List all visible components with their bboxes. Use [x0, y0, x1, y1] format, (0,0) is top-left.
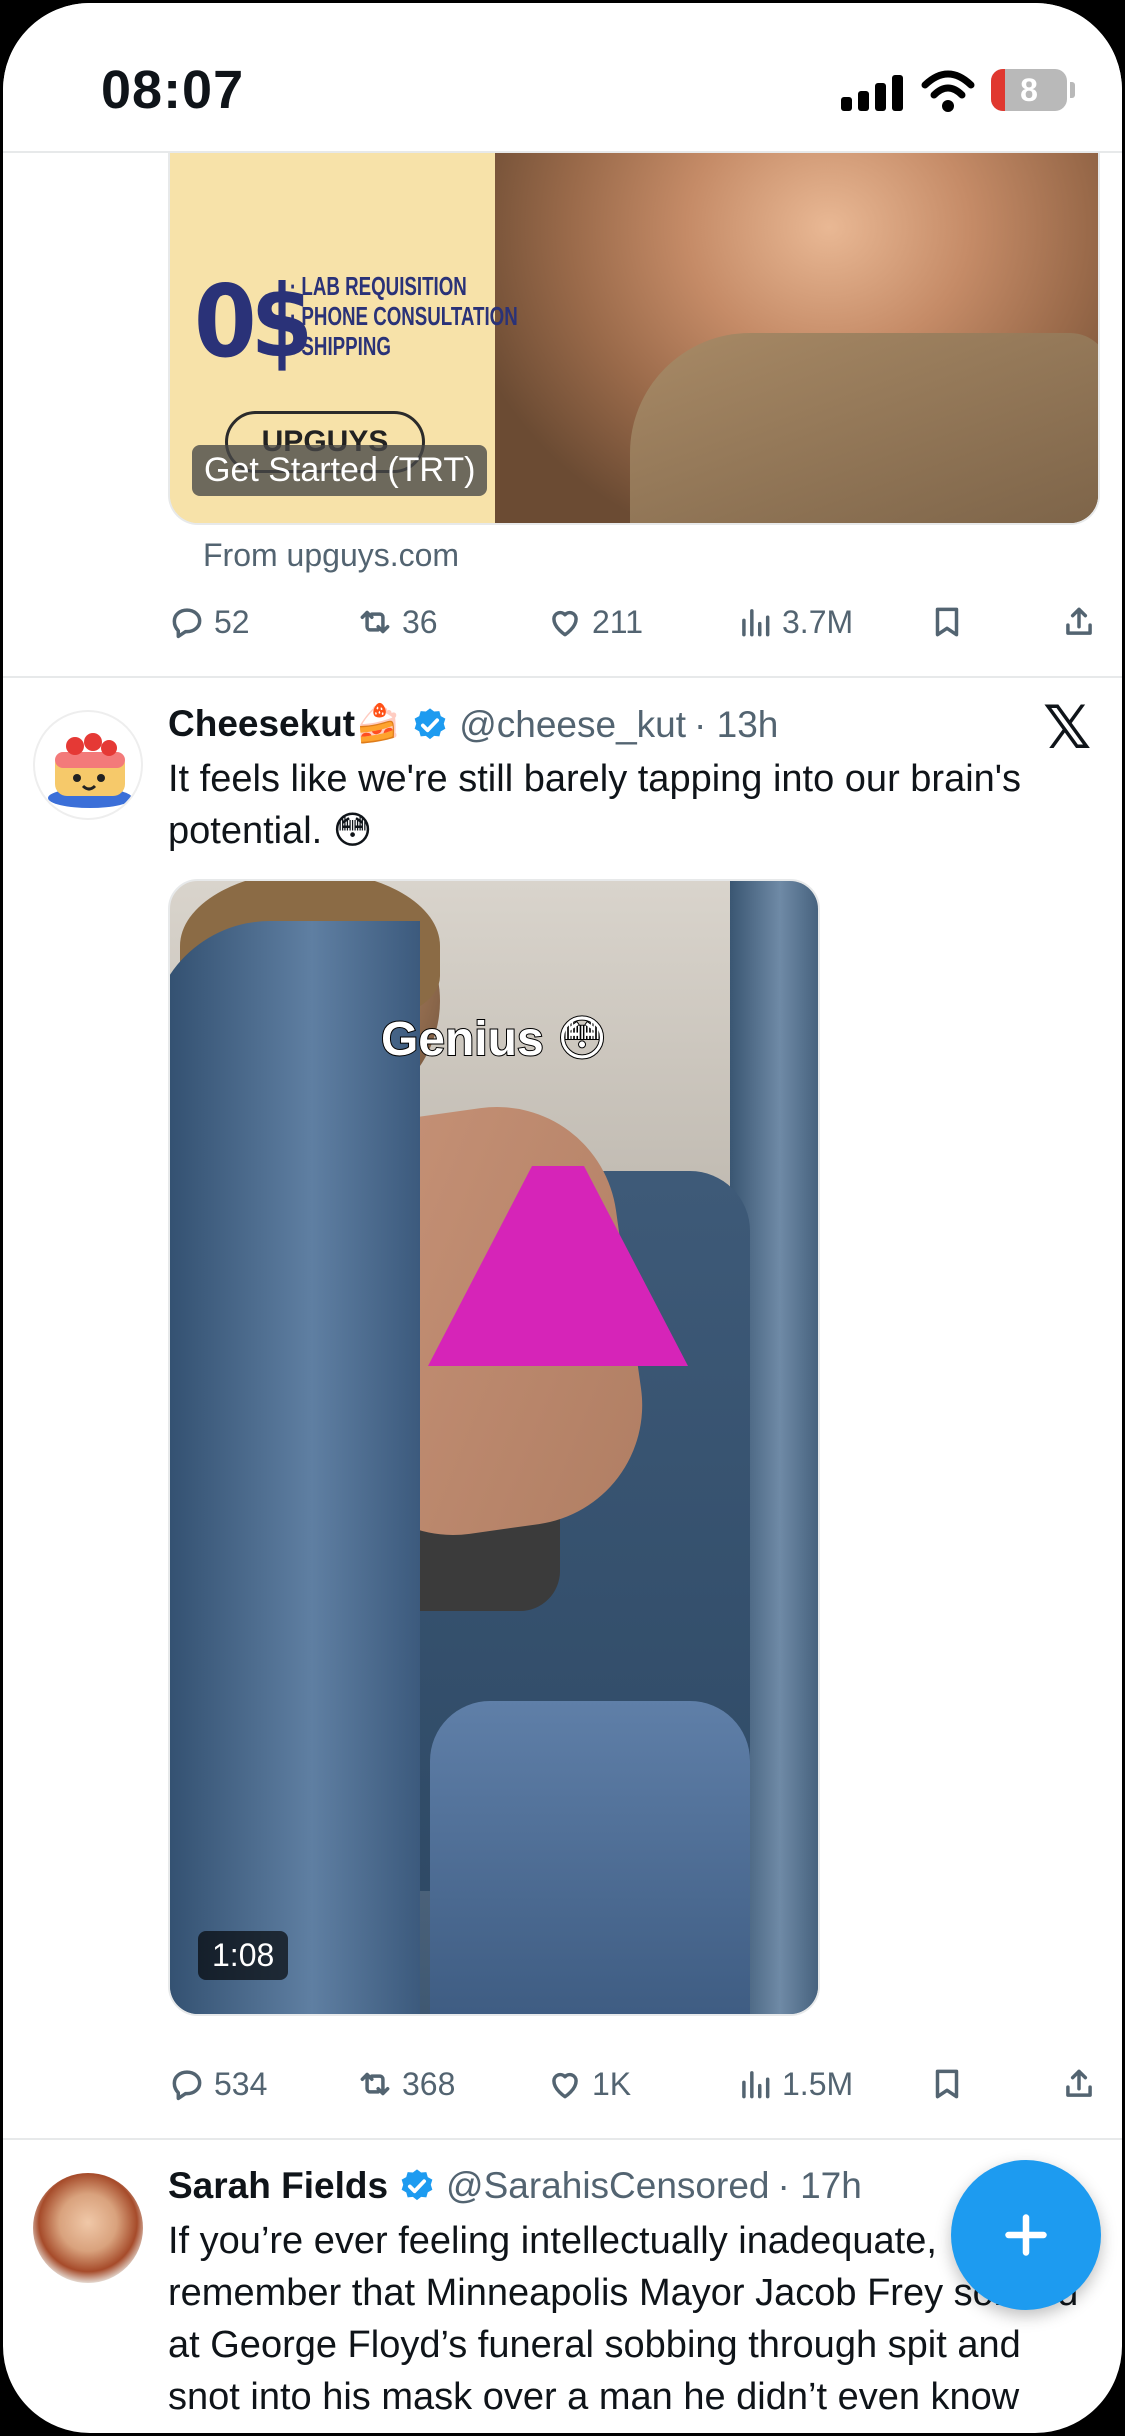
- reply-icon: [172, 608, 202, 639]
- views-icon: [742, 609, 770, 637]
- ad-bullet: · PHONE CONSULTATION: [290, 301, 518, 331]
- bookmark-icon: [935, 2069, 959, 2099]
- repost-icon: [360, 610, 390, 634]
- status-bar: 08:07 8: [3, 3, 1122, 153]
- share-icon: [1066, 2069, 1092, 2097]
- author-handle[interactable]: @SarahisCensored: [446, 2165, 769, 2207]
- tweet-time: · 17h: [777, 2165, 862, 2206]
- divider: [3, 676, 1122, 678]
- bookmark-button[interactable]: [928, 603, 966, 641]
- views-button[interactable]: 3.7M: [736, 603, 853, 641]
- divider: [3, 2138, 1122, 2140]
- verified-icon: [401, 2169, 433, 2201]
- views-button[interactable]: 1.5M: [736, 2065, 853, 2103]
- author-name[interactable]: Sarah Fields: [168, 2165, 388, 2207]
- reply-button[interactable]: 534: [168, 2065, 267, 2103]
- reply-button[interactable]: 52: [168, 603, 250, 641]
- phone-screen: 08:07 8 0$ · LAB REQUISITION · PHONE CON…: [0, 0, 1125, 2436]
- reply-count: 534: [214, 2065, 268, 2102]
- share-icon: [1066, 607, 1092, 635]
- like-icon: [552, 610, 578, 637]
- compose-icon: [1005, 2214, 1047, 2256]
- bookmark-icon: [935, 607, 959, 637]
- tweet-time: · 13h: [694, 703, 779, 745]
- author-handle[interactable]: @cheese_kut: [459, 704, 686, 746]
- repost-button[interactable]: 368: [356, 2065, 455, 2103]
- signal-icon: [841, 73, 903, 111]
- reply-icon: [172, 2070, 202, 2101]
- battery-icon: 8: [991, 69, 1075, 111]
- author-name[interactable]: Cheesekut🍰: [168, 703, 401, 746]
- share-button[interactable]: [1060, 603, 1098, 641]
- tweet-header: Cheesekut🍰 @cheese_kut · 13h: [168, 703, 778, 746]
- video-seat-left: [170, 921, 420, 2014]
- video-jeans: [430, 1701, 750, 2014]
- verified-icon: [414, 707, 446, 739]
- ad-source-link[interactable]: From upguys.com: [203, 537, 459, 574]
- share-button[interactable]: [1060, 2065, 1098, 2103]
- views-count: 1.5M: [782, 2065, 854, 2102]
- battery-level: 8: [1020, 72, 1038, 108]
- like-count: 1K: [592, 2065, 632, 2102]
- cake-avatar-image: [48, 733, 132, 808]
- avatar[interactable]: [33, 2173, 143, 2283]
- status-time: 08:07: [101, 60, 245, 120]
- ad-bullet: · SHIPPING: [290, 331, 391, 361]
- like-icon: [552, 2072, 578, 2099]
- reply-count: 52: [214, 603, 250, 640]
- repost-button[interactable]: 36: [356, 603, 438, 641]
- ad-bullets: · LAB REQUISITION · PHONE CONSULTATION ·…: [290, 271, 518, 361]
- ad-bullet: · LAB REQUISITION: [290, 271, 467, 301]
- ad-cta-button[interactable]: Get Started (TRT): [192, 445, 488, 496]
- views-count: 3.7M: [782, 603, 854, 640]
- ad-action-bar: 52 36 211 3.7M: [168, 597, 1100, 657]
- tweet-text: It feels like we're still barely tapping…: [168, 758, 1022, 852]
- video-duration: 1:08: [198, 1931, 289, 1980]
- repost-count: 36: [402, 603, 438, 640]
- tweet-header: Sarah Fields @SarahisCensored · 17h: [168, 2165, 862, 2207]
- video-caption: Genius 😳: [380, 1012, 608, 1067]
- views-icon: [742, 2071, 770, 2099]
- like-button[interactable]: 1K: [546, 2065, 631, 2103]
- avatar[interactable]: [33, 710, 143, 820]
- like-count: 211: [592, 603, 644, 640]
- wifi-icon: [921, 70, 975, 112]
- like-button[interactable]: 211: [546, 603, 643, 641]
- compose-button[interactable]: [951, 2160, 1101, 2310]
- tweet-text: If you’re ever feeling intellectually in…: [168, 2220, 1078, 2433]
- ad-photo-coat: [630, 333, 1098, 523]
- ad-media[interactable]: 0$ · LAB REQUISITION · PHONE CONSULTATIO…: [168, 153, 1100, 525]
- repost-icon: [360, 2072, 390, 2096]
- tweet-video[interactable]: Genius 😳 1:08: [168, 879, 820, 2016]
- repost-count: 368: [402, 2065, 456, 2102]
- tweet-action-bar: 534 368 1K 1.5M: [168, 2059, 1100, 2119]
- bookmark-button[interactable]: [928, 2065, 966, 2103]
